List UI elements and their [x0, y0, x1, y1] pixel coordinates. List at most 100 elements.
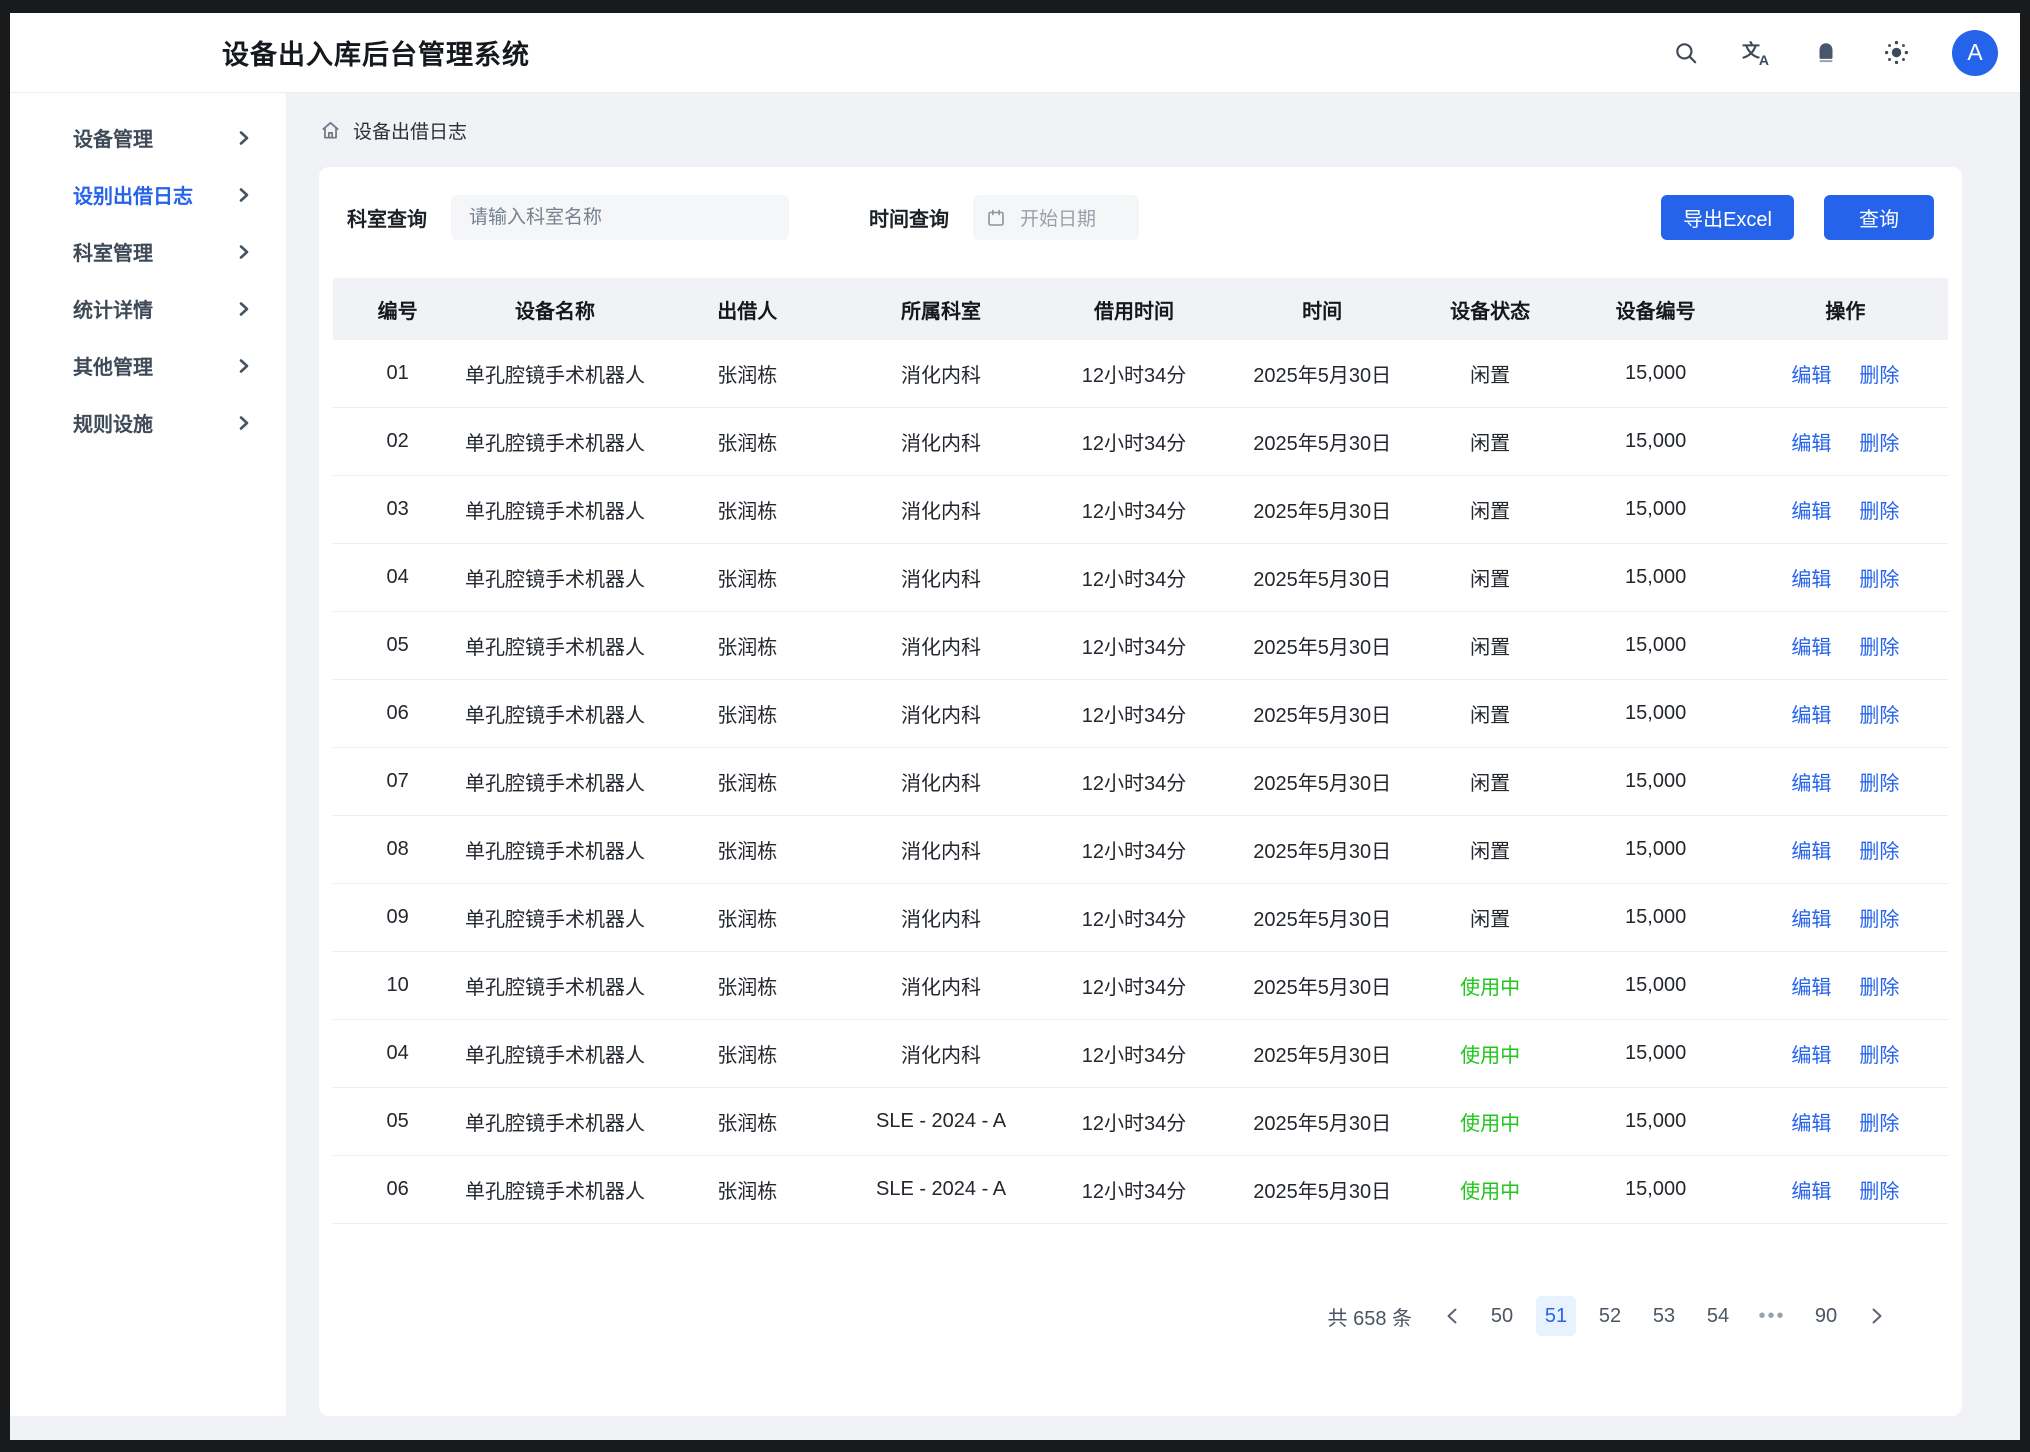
delete-link[interactable]: 删除	[1859, 1107, 1899, 1136]
cell-operations: 编辑 删除	[1743, 631, 1948, 660]
export-excel-button[interactable]: 导出Excel	[1661, 195, 1794, 240]
edit-link[interactable]: 编辑	[1791, 563, 1831, 592]
sidebar-item[interactable]: 统计详情	[10, 280, 286, 337]
cell-department: 消化内科	[847, 1039, 1036, 1068]
breadcrumb-label[interactable]: 设备出借日志	[353, 117, 467, 144]
cell-operations: 编辑 删除	[1743, 767, 1948, 796]
pagination-pages: 50 51 52 53 54 ••• 90	[1482, 1296, 1846, 1336]
cell-device-status: 闲置	[1412, 427, 1569, 456]
edit-link[interactable]: 编辑	[1791, 495, 1831, 524]
edit-link[interactable]: 编辑	[1791, 699, 1831, 728]
cell-lender: 张润栋	[648, 767, 847, 796]
chevron-right-icon	[238, 244, 250, 260]
search-icon[interactable]	[1672, 39, 1700, 67]
page-number[interactable]: 50	[1482, 1296, 1522, 1336]
cell-lender: 张润栋	[648, 563, 847, 592]
cell-date: 2025年5月30日	[1233, 903, 1412, 932]
cell-device-name: 单孔腔镜手术机器人	[462, 631, 648, 660]
edit-link[interactable]: 编辑	[1791, 835, 1831, 864]
edit-link[interactable]: 编辑	[1791, 971, 1831, 1000]
cell-operations: 编辑 删除	[1743, 835, 1948, 864]
edit-link[interactable]: 编辑	[1791, 1039, 1831, 1068]
breadcrumb: 设备出借日志	[319, 93, 1962, 167]
home-icon	[319, 119, 342, 142]
edit-link[interactable]: 编辑	[1791, 359, 1831, 388]
page-number[interactable]: 52	[1590, 1296, 1630, 1336]
delete-link[interactable]: 删除	[1859, 1039, 1899, 1068]
table-row: 04 单孔腔镜手术机器人 张润栋 消化内科 12小时34分 2025年5月30日…	[333, 544, 1948, 612]
page-number[interactable]: 54	[1698, 1296, 1738, 1336]
cell-date: 2025年5月30日	[1233, 699, 1412, 728]
delete-link[interactable]: 删除	[1859, 971, 1899, 1000]
page-number[interactable]: •••	[1752, 1296, 1792, 1336]
cell-device-code: 15,000	[1568, 770, 1742, 793]
sidebar-item[interactable]: 其他管理	[10, 337, 286, 394]
cell-department: 消化内科	[847, 835, 1036, 864]
sidebar-item[interactable]: 科室管理	[10, 223, 286, 280]
next-page-icon[interactable]	[1860, 1296, 1894, 1336]
device-log-table: 编号 设备名称 出借人 所属科室 借用时间 时间 设备状态	[333, 278, 1948, 1224]
delete-link[interactable]: 删除	[1859, 767, 1899, 796]
cell-device-name: 单孔腔镜手术机器人	[462, 495, 648, 524]
sidebar-item[interactable]: 设备管理	[10, 109, 286, 166]
cell-date: 2025年5月30日	[1233, 427, 1412, 456]
pagination-total: 共 658 条	[1328, 1302, 1412, 1331]
table-header-cell: 设备状态	[1412, 295, 1569, 324]
sidebar-item[interactable]: 规则设施	[10, 394, 286, 451]
delete-link[interactable]: 删除	[1859, 631, 1899, 660]
cell-device-name: 单孔腔镜手术机器人	[462, 971, 648, 1000]
cell-id: 05	[333, 1110, 462, 1133]
edit-link[interactable]: 编辑	[1791, 1107, 1831, 1136]
cell-department: 消化内科	[847, 359, 1036, 388]
cell-device-name: 单孔腔镜手术机器人	[462, 563, 648, 592]
sidebar-item-label: 规则设施	[73, 408, 153, 437]
delete-link[interactable]: 删除	[1859, 563, 1899, 592]
prev-page-icon[interactable]	[1434, 1296, 1468, 1336]
edit-link[interactable]: 编辑	[1791, 427, 1831, 456]
theme-brightness-icon[interactable]	[1882, 39, 1910, 67]
cell-device-code: 15,000	[1568, 634, 1742, 657]
delete-link[interactable]: 删除	[1859, 1175, 1899, 1204]
cell-device-status: 使用中	[1412, 1039, 1569, 1068]
cell-id: 06	[333, 1178, 462, 1201]
cell-borrow-duration: 12小时34分	[1036, 631, 1233, 660]
cell-device-code: 15,000	[1568, 430, 1742, 453]
table-header-cell: 编号	[333, 295, 462, 324]
query-button[interactable]: 查询	[1824, 195, 1934, 240]
delete-link[interactable]: 删除	[1859, 359, 1899, 388]
cell-operations: 编辑 删除	[1743, 1107, 1948, 1136]
delete-link[interactable]: 删除	[1859, 903, 1899, 932]
cell-device-status: 闲置	[1412, 835, 1569, 864]
cell-lender: 张润栋	[648, 495, 847, 524]
delete-link[interactable]: 删除	[1859, 427, 1899, 456]
cell-device-code: 15,000	[1568, 906, 1742, 929]
edit-link[interactable]: 编辑	[1791, 903, 1831, 932]
cell-device-status: 闲置	[1412, 903, 1569, 932]
page-number[interactable]: 53	[1644, 1296, 1684, 1336]
notification-bell-icon[interactable]	[1812, 39, 1840, 67]
cell-device-status: 闲置	[1412, 767, 1569, 796]
page-number[interactable]: 51	[1536, 1296, 1576, 1336]
page-number[interactable]: 90	[1806, 1296, 1846, 1336]
delete-link[interactable]: 删除	[1859, 495, 1899, 524]
cell-borrow-duration: 12小时34分	[1036, 427, 1233, 456]
start-date-picker[interactable]: 开始日期	[973, 195, 1139, 240]
cell-device-status: 使用中	[1412, 971, 1569, 1000]
edit-link[interactable]: 编辑	[1791, 631, 1831, 660]
sidebar-item[interactable]: 设别出借日志	[10, 166, 286, 223]
cell-department: 消化内科	[847, 767, 1036, 796]
delete-link[interactable]: 删除	[1859, 699, 1899, 728]
user-avatar[interactable]: A	[1952, 30, 1998, 76]
cell-lender: 张润栋	[648, 699, 847, 728]
dept-search-input[interactable]	[451, 195, 789, 240]
edit-link[interactable]: 编辑	[1791, 767, 1831, 796]
table-row: 02 单孔腔镜手术机器人 张润栋 消化内科 12小时34分 2025年5月30日…	[333, 408, 1948, 476]
cell-date: 2025年5月30日	[1233, 631, 1412, 660]
edit-link[interactable]: 编辑	[1791, 1175, 1831, 1204]
table-header-row: 编号 设备名称 出借人 所属科室 借用时间 时间 设备状态	[333, 278, 1948, 340]
delete-link[interactable]: 删除	[1859, 835, 1899, 864]
table-row: 04 单孔腔镜手术机器人 张润栋 消化内科 12小时34分 2025年5月30日…	[333, 1020, 1948, 1088]
cell-id: 10	[333, 974, 462, 997]
cell-device-code: 15,000	[1568, 1178, 1742, 1201]
translate-icon[interactable]: 文A	[1742, 39, 1770, 67]
